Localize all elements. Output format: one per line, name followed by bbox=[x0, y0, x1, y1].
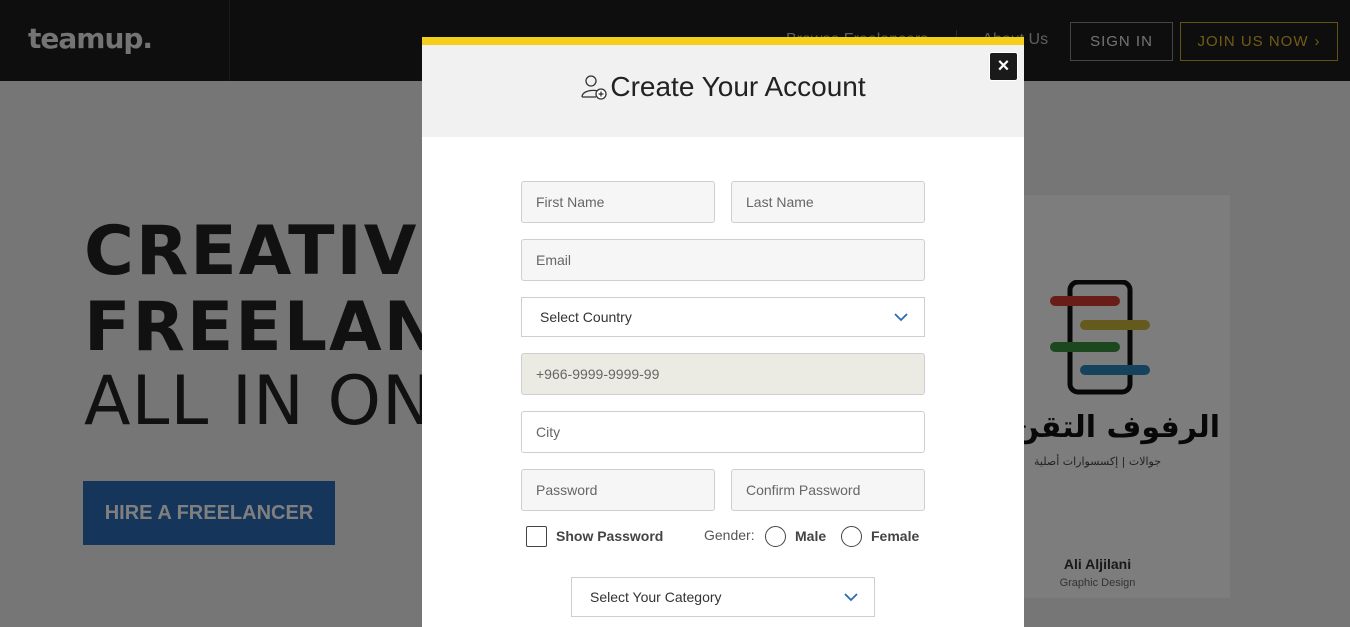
email-input[interactable] bbox=[521, 239, 925, 281]
country-select[interactable]: Select Country bbox=[521, 297, 925, 337]
modal-title-text: Create Your Account bbox=[610, 71, 866, 102]
country-select-value: Select Country bbox=[540, 309, 632, 325]
confirm-password-input[interactable] bbox=[731, 469, 925, 511]
city-input[interactable] bbox=[521, 411, 925, 453]
show-password-label[interactable]: Show Password bbox=[556, 528, 663, 544]
add-user-icon bbox=[581, 75, 607, 100]
password-input[interactable] bbox=[521, 469, 715, 511]
modal-title: Create Your Account bbox=[422, 71, 1024, 103]
gender-male-label[interactable]: Male bbox=[795, 528, 826, 544]
phone-input[interactable] bbox=[521, 353, 925, 395]
gender-female-label[interactable]: Female bbox=[871, 528, 919, 544]
show-password-checkbox[interactable] bbox=[526, 526, 547, 547]
last-name-input[interactable] bbox=[731, 181, 925, 223]
modal-header: Create Your Account bbox=[422, 45, 1024, 137]
category-select[interactable]: Select Your Category bbox=[571, 577, 875, 617]
close-icon[interactable]: × bbox=[989, 52, 1018, 81]
chevron-down-icon bbox=[844, 593, 858, 602]
category-select-value: Select Your Category bbox=[590, 589, 722, 605]
first-name-input[interactable] bbox=[521, 181, 715, 223]
gender-male-radio[interactable] bbox=[765, 526, 786, 547]
gender-label: Gender: bbox=[704, 527, 755, 543]
chevron-down-icon bbox=[894, 313, 908, 322]
gender-female-radio[interactable] bbox=[841, 526, 862, 547]
